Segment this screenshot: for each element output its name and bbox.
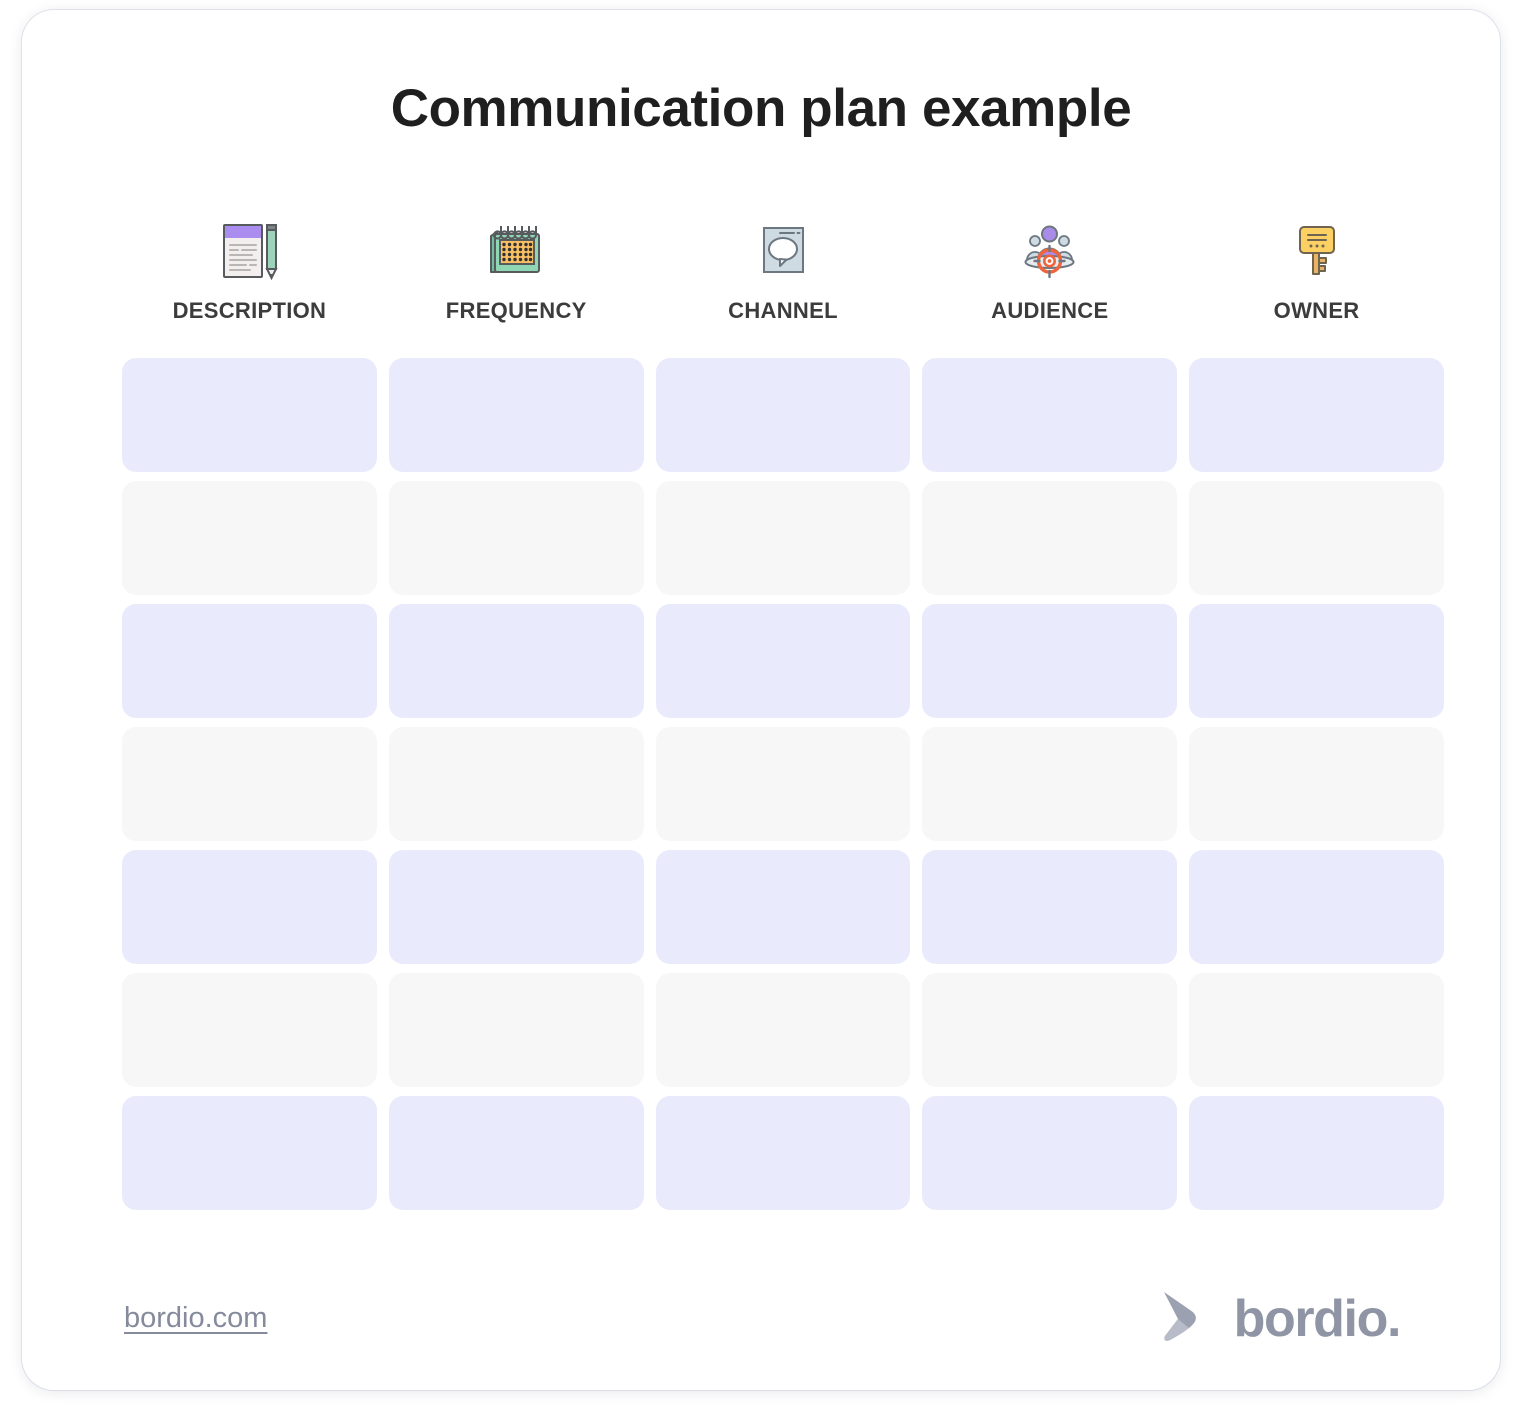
table-cell-channel[interactable]	[655, 727, 911, 841]
people-target-icon	[1017, 220, 1083, 282]
column-header-label: OWNER	[1273, 298, 1360, 323]
table-row	[122, 604, 1444, 718]
table-cell-channel[interactable]	[655, 358, 911, 472]
table-row	[122, 973, 1444, 1087]
table-cell-owner[interactable]	[1189, 481, 1444, 595]
table-cell-description[interactable]	[122, 727, 377, 841]
table-cell-description[interactable]	[122, 973, 377, 1087]
page-title: Communication plan example	[390, 79, 1132, 138]
speech-bubble-screen-icon	[750, 220, 816, 282]
table-cell-audience[interactable]	[922, 850, 1178, 964]
calendar-icon	[483, 220, 549, 282]
table-cell-frequency[interactable]	[388, 973, 644, 1087]
table-cell-frequency[interactable]	[388, 850, 644, 964]
table-row	[122, 850, 1444, 964]
table-cell-channel[interactable]	[655, 973, 911, 1087]
column-header-channel: CHANNEL	[656, 220, 911, 324]
table-cell-channel[interactable]	[655, 850, 911, 964]
table-cell-owner[interactable]	[1189, 850, 1444, 964]
table-cell-audience[interactable]	[922, 1096, 1178, 1210]
table-cell-channel[interactable]	[655, 604, 911, 718]
column-header-label: CHANNEL	[728, 298, 838, 323]
table-cell-owner[interactable]	[1189, 973, 1444, 1087]
table-cell-audience[interactable]	[922, 604, 1178, 718]
key-icon	[1284, 220, 1350, 282]
content-card: Communication plan example DESCRIPTION F…	[22, 10, 1500, 1390]
table-row	[122, 727, 1444, 841]
table-cell-audience[interactable]	[922, 358, 1178, 472]
table-cell-frequency[interactable]	[388, 727, 644, 841]
table-cell-frequency[interactable]	[388, 481, 644, 595]
column-header-label: FREQUENCY	[445, 298, 587, 323]
table-cell-channel[interactable]	[655, 1096, 911, 1210]
plan-table-grid	[122, 358, 1444, 1210]
table-cell-owner[interactable]	[1189, 604, 1444, 718]
column-header-frequency: FREQUENCY	[389, 220, 644, 324]
table-cell-audience[interactable]	[922, 973, 1178, 1087]
column-header-label: AUDIENCE	[991, 298, 1109, 323]
column-header-audience: AUDIENCE	[922, 220, 1177, 324]
table-row	[122, 358, 1444, 472]
table-cell-frequency[interactable]	[388, 358, 644, 472]
table-header-row: DESCRIPTION FREQUENCY CHANNEL AUDIENCE O…	[122, 220, 1444, 324]
table-cell-frequency[interactable]	[388, 1096, 644, 1210]
table-cell-description[interactable]	[122, 1096, 377, 1210]
table-cell-frequency[interactable]	[388, 604, 644, 718]
table-cell-description[interactable]	[122, 358, 377, 472]
bordio-logo-text: bordio.	[1233, 1289, 1402, 1348]
table-row	[122, 1096, 1444, 1210]
page-root: Communication plan example DESCRIPTION F…	[0, 0, 1522, 1410]
column-header-label: DESCRIPTION	[172, 298, 327, 323]
table-cell-owner[interactable]	[1189, 727, 1444, 841]
bordio-website-link[interactable]: bordio.com	[124, 1302, 267, 1335]
bordio-swoosh-icon	[1156, 1288, 1218, 1349]
document-pencil-icon	[216, 220, 282, 282]
column-header-description: DESCRIPTION	[122, 220, 377, 324]
bordio-logo: bordio.	[1156, 1288, 1402, 1349]
table-cell-channel[interactable]	[655, 481, 911, 595]
table-cell-description[interactable]	[122, 604, 377, 718]
column-header-owner: OWNER	[1189, 220, 1444, 324]
table-cell-description[interactable]	[122, 850, 377, 964]
table-cell-audience[interactable]	[922, 481, 1178, 595]
table-cell-audience[interactable]	[922, 727, 1178, 841]
table-row	[122, 481, 1444, 595]
table-cell-owner[interactable]	[1189, 358, 1444, 472]
table-cell-owner[interactable]	[1189, 1096, 1444, 1210]
table-cell-description[interactable]	[122, 481, 377, 595]
